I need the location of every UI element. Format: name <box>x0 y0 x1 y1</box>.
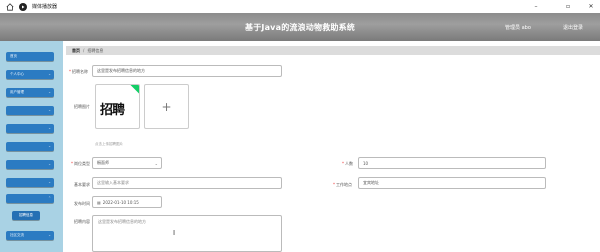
chevron-down-icon: ⌄ <box>48 90 51 94</box>
uploaded-image[interactable]: 招聘 <box>95 84 140 129</box>
location-label: *工作地点 <box>333 182 352 187</box>
maximize-icon[interactable]: ▫ <box>560 0 576 13</box>
sidebar-subitem-recruitment-info[interactable]: 招聘信息 <box>12 211 40 220</box>
calendar-icon: ▦ <box>97 199 101 205</box>
window-titlebar: 媒体播放器 – ▫ ✕ <box>0 0 600 13</box>
sidebar-item-recruitment[interactable]: ⌃ <box>6 194 54 203</box>
chevron-down-icon: ⌄ <box>48 72 51 76</box>
admin-label: 管理员 abo <box>505 25 531 31</box>
plus-icon: + <box>161 99 172 114</box>
content-textarea[interactable]: 这里是发布招聘信息的地方 <box>92 215 282 252</box>
chevron-down-icon: ⌄ <box>154 161 158 166</box>
chevron-down-icon: ⌄ <box>48 144 51 148</box>
publish-time-label: 发布时间 <box>74 201 90 206</box>
chevron-down-icon: ⌄ <box>48 108 51 112</box>
home-icon[interactable] <box>5 2 14 11</box>
requirement-input[interactable]: 这里输入基本要求 <box>92 177 282 189</box>
upload-success-badge <box>130 85 139 94</box>
app-title: 媒体播放器 <box>32 4 58 10</box>
headcount-label: *人数 <box>342 161 353 166</box>
sidebar-item-community[interactable]: 社区交流 ⌄ <box>6 231 54 240</box>
location-input[interactable]: 宜宾地址 <box>358 177 546 189</box>
sidebar-item-home[interactable]: 首页 <box>6 52 54 61</box>
sidebar-item-menu-5[interactable]: ⌄ <box>6 124 54 133</box>
breadcrumb: 首页 / 招聘信息 <box>66 46 600 55</box>
close-icon[interactable]: ✕ <box>583 0 599 13</box>
requirement-label: 基本要求 <box>74 182 90 187</box>
minimize-icon[interactable]: – <box>528 0 544 13</box>
system-header: 基于Java的流浪动物救助系统 管理员 abo 退出登录 <box>0 13 600 41</box>
app-play-icon <box>19 2 27 11</box>
chevron-down-icon: ⌄ <box>48 126 51 130</box>
sidebar-item-menu-6[interactable]: ⌄ <box>6 142 54 151</box>
sidebar: 首页 个人中心 ⌄ 用户管理 ⌄ ⌄ ⌄ ⌄ ⌄ ⌄ ⌃ 招聘信息 社区交流 ⌄ <box>0 41 63 252</box>
sidebar-item-personal[interactable]: 个人中心 ⌄ <box>6 70 54 79</box>
image-hint: 点击上传招聘图片 <box>95 142 123 146</box>
title-input[interactable]: 这里是发布招聘信息的地方 <box>92 65 282 77</box>
headcount-input[interactable]: 10 <box>358 157 546 169</box>
job-type-label: *岗位类型 <box>71 161 90 166</box>
image-label: 招聘图片 <box>74 104 90 109</box>
breadcrumb-current: 招聘信息 <box>87 47 104 53</box>
publish-time-picker[interactable]: ▦ 2022-01-10 10:15 <box>92 196 162 208</box>
job-type-select[interactable]: 橱面师 ⌄ <box>92 157 162 169</box>
chevron-down-icon: ⌄ <box>48 233 51 237</box>
sidebar-item-menu-8[interactable]: ⌄ <box>6 178 54 187</box>
chevron-up-icon: ⌃ <box>48 196 51 200</box>
chevron-down-icon: ⌄ <box>48 180 51 184</box>
content-label: 招聘内容 <box>74 219 90 224</box>
title-label: *招聘名称 <box>69 69 88 74</box>
image-content: 招聘 <box>100 103 125 118</box>
sidebar-item-users[interactable]: 用户管理 ⌄ <box>6 88 54 97</box>
chevron-down-icon: ⌄ <box>48 162 51 166</box>
logout-link[interactable]: 退出登录 <box>563 24 583 31</box>
image-upload-button[interactable]: + <box>144 84 189 129</box>
breadcrumb-home[interactable]: 首页 <box>72 48 80 54</box>
sidebar-item-menu-4[interactable]: ⌄ <box>6 106 54 115</box>
sidebar-item-menu-7[interactable]: ⌄ <box>6 160 54 169</box>
text-cursor-icon: I <box>173 229 176 237</box>
